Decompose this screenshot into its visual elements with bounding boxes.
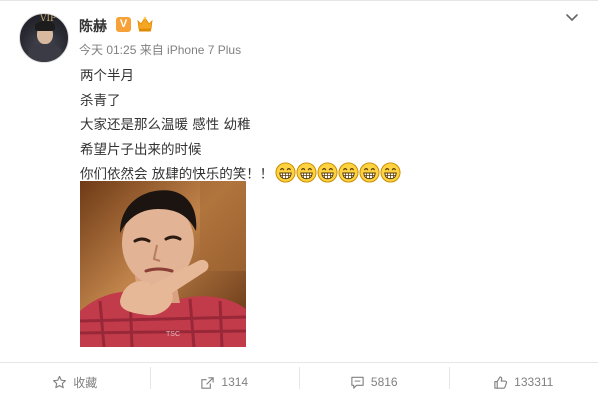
- like-button[interactable]: 133311: [448, 363, 598, 400]
- post-text-line: 大家还是那么温暖 感性 幼稚: [80, 117, 251, 133]
- thumbs-up-icon: [494, 375, 508, 389]
- weibo-post-card: VIP 陈赫 V 今天 01:25 来自 iPhone 7 Plus 两个半月 …: [0, 0, 598, 400]
- favorite-label: 收藏: [73, 375, 98, 390]
- post-text-line: 希望片子出来的时候: [80, 141, 202, 158]
- like-count: 133311: [514, 375, 554, 389]
- action-bar: 收藏 1314 5816 133311: [0, 363, 598, 400]
- star-icon: [53, 375, 67, 388]
- avatar[interactable]: VIP: [19, 13, 69, 63]
- comment-count: 5816: [370, 375, 398, 389]
- post-text-line: 两个半月: [80, 68, 134, 84]
- share-icon: [201, 376, 215, 389]
- post-time[interactable]: 今天 01:25: [79, 43, 136, 57]
- emoji-row: [275, 162, 401, 187]
- grinning-face-icon: [296, 162, 317, 183]
- grinning-face-icon: [380, 162, 401, 183]
- photo-illustration: TSC: [80, 181, 246, 347]
- repost-button[interactable]: 1314: [149, 363, 300, 400]
- svg-text:TSC: TSC: [166, 331, 180, 338]
- repost-count: 1314: [221, 375, 249, 389]
- avatar-vip-badge: VIP: [40, 14, 57, 24]
- post-meta: 今天 01:25 来自 iPhone 7 Plus: [79, 41, 241, 58]
- chevron-down-icon[interactable]: [564, 11, 580, 25]
- post-text-line: 你们依然会 放肆的快乐的笑！！: [80, 166, 274, 183]
- post-text: 两个半月 杀青了 大家还是那么温暖 感性 幼稚 希望片子出来的时候 你们依然会 …: [80, 64, 401, 187]
- grinning-face-icon: [317, 162, 338, 183]
- post-text-line: 杀青了: [80, 92, 121, 109]
- comment-button[interactable]: 5816: [299, 363, 449, 400]
- comment-icon: [351, 376, 364, 389]
- post-source[interactable]: 来自 iPhone 7 Plus: [140, 43, 241, 57]
- verified-v-icon[interactable]: V: [116, 17, 131, 32]
- grinning-face-icon: [275, 162, 296, 183]
- grinning-face-icon: [359, 162, 380, 183]
- grinning-face-icon: [338, 162, 359, 183]
- vip-crown-icon[interactable]: [136, 15, 154, 33]
- favorite-button[interactable]: 收藏: [0, 363, 150, 400]
- author-name[interactable]: 陈赫: [79, 16, 107, 36]
- post-photo[interactable]: TSC: [80, 181, 246, 347]
